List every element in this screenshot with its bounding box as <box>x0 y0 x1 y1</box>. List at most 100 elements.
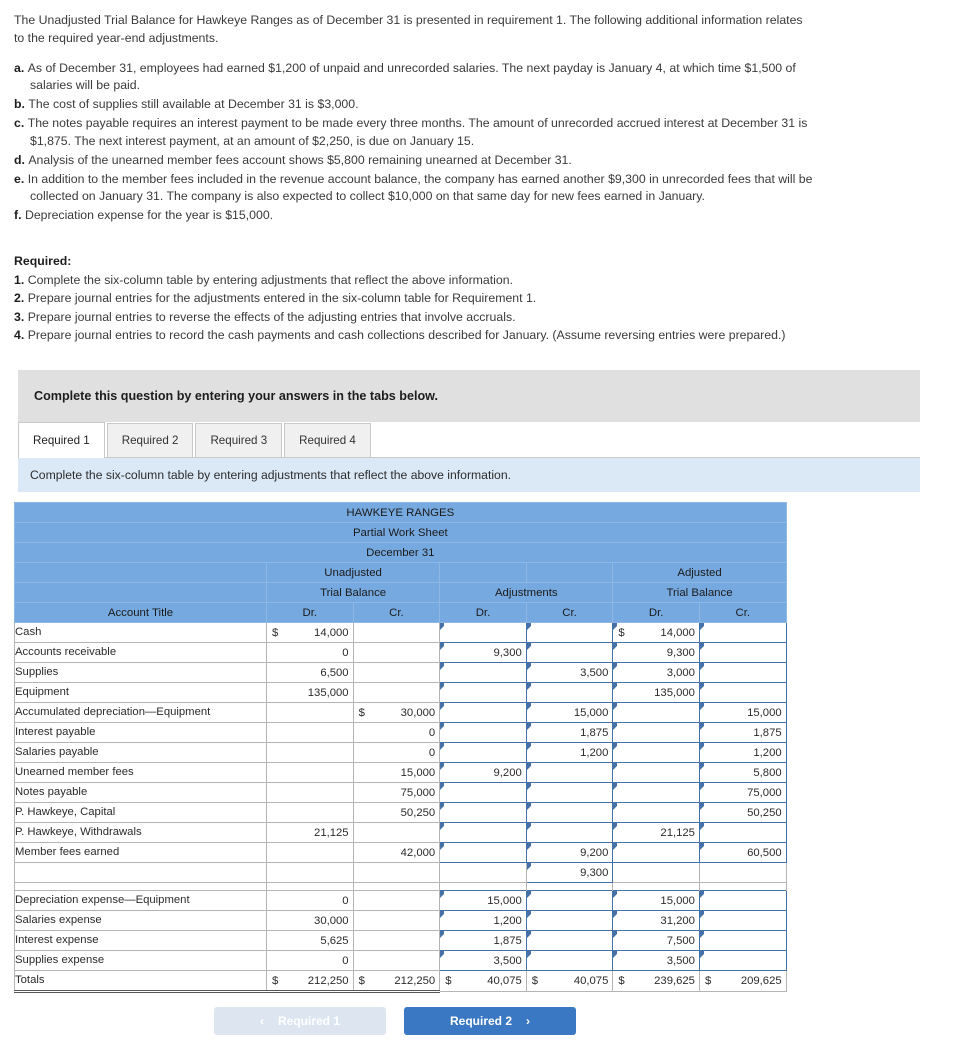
table-row: Interest expense 5,625 1,875 7,500 <box>14 930 787 952</box>
input-cell-adj_cr[interactable] <box>525 762 614 784</box>
input-cell-atb_cr[interactable] <box>698 622 787 644</box>
input-cell-adj_dr[interactable] <box>439 702 527 724</box>
input-cell-adj_cr[interactable] <box>525 930 614 952</box>
input-cell-atb_cr[interactable] <box>698 930 787 952</box>
input-cell-adj_dr[interactable]: 1,200 <box>439 910 527 932</box>
input-cell-adj_cr[interactable]: 1,200 <box>525 742 614 764</box>
input-cell-adj_dr[interactable] <box>439 782 527 804</box>
input-cell-atb_dr[interactable]: 3,500 <box>612 950 700 972</box>
input-cell-atb_cr[interactable]: 75,000 <box>698 782 787 804</box>
input-cell-adj_dr[interactable]: 1,875 <box>439 930 527 952</box>
input-cell-adj_dr[interactable]: 9,300 <box>439 642 527 664</box>
input-cell-adj_dr[interactable] <box>439 662 527 684</box>
input-cell-adj_cr[interactable] <box>525 822 614 844</box>
tab-navigation: ‹ Required 1 Required 2 › <box>0 1007 790 1036</box>
amount-text: 15,000 <box>487 894 522 907</box>
input-cell-atb_cr[interactable]: 1,200 <box>698 742 787 764</box>
input-cell-atb_cr[interactable]: 15,000 <box>698 702 787 724</box>
totals-cell-atb_dr[interactable]: $239,625 <box>612 970 700 993</box>
input-cell-adj_cr[interactable]: 9,300 <box>525 862 614 884</box>
input-cell-adj_cr[interactable]: 15,000 <box>525 702 614 724</box>
tab-required-3[interactable]: Required 3 <box>195 423 283 458</box>
tab-required-2[interactable]: Required 2 <box>106 423 194 458</box>
prev-requirement-label: Required 1 <box>277 1014 340 1029</box>
currency-symbol: $ <box>358 706 365 719</box>
input-cell-atb_dr[interactable] <box>612 762 700 784</box>
input-cell-atb_dr[interactable]: 3,000 <box>612 662 700 684</box>
input-cell-atb_cr[interactable] <box>698 642 787 664</box>
account-title-cell: Member fees earned <box>14 842 267 864</box>
input-cell-adj_dr[interactable] <box>439 722 527 744</box>
input-cell-atb_cr[interactable] <box>698 910 787 932</box>
input-cell-adj_cr[interactable] <box>525 950 614 972</box>
input-cell-atb_cr[interactable] <box>698 662 787 684</box>
totals-cell-atb_cr[interactable]: $209,625 <box>698 970 787 993</box>
input-cell-adj_cr[interactable] <box>525 642 614 664</box>
amount-text: 3,500 <box>666 954 695 967</box>
input-cell-adj_cr[interactable] <box>525 802 614 824</box>
facts-list: a. As of December 31, employees had earn… <box>0 50 975 225</box>
amount-text: 15,000 <box>660 894 695 907</box>
input-cell-adj_dr[interactable] <box>439 682 527 704</box>
input-cell-atb_dr[interactable]: 9,300 <box>612 642 700 664</box>
input-cell-atb_cr[interactable] <box>698 890 787 912</box>
input-cell-atb_cr[interactable]: 5,800 <box>698 762 787 784</box>
input-cell-adj_cr[interactable] <box>525 890 614 912</box>
input-cell-adj_cr[interactable] <box>525 782 614 804</box>
account-title-cell: Unearned member fees <box>14 762 267 784</box>
input-cell-atb_dr[interactable]: 31,200 <box>612 910 700 932</box>
next-requirement-button[interactable]: Required 2 › <box>404 1007 576 1036</box>
input-cell-adj_cr[interactable]: 9,200 <box>525 842 614 864</box>
input-cell-adj_dr[interactable] <box>439 842 527 864</box>
input-cell-adj_dr[interactable]: 3,500 <box>439 950 527 972</box>
input-cell-atb_cr[interactable]: 60,500 <box>698 842 787 864</box>
input-cell-adj_dr[interactable] <box>439 622 527 644</box>
amount-text: 1,875 <box>493 934 522 947</box>
input-cell-atb_dr[interactable] <box>612 782 700 804</box>
sheet-date: December 31 <box>14 542 787 564</box>
prev-requirement-button[interactable]: ‹ Required 1 <box>214 1007 386 1036</box>
input-cell-atb_dr[interactable] <box>612 742 700 764</box>
value-cell-adj_dr <box>439 862 527 884</box>
input-cell-adj_dr[interactable]: 9,200 <box>439 762 527 784</box>
value-cell-utb_dr <box>266 802 354 824</box>
input-cell-atb_dr[interactable] <box>612 842 700 864</box>
input-cell-atb_cr[interactable]: 1,875 <box>698 722 787 744</box>
amount-text: 9,300 <box>666 646 695 659</box>
fact-label: a. <box>14 60 28 75</box>
input-cell-adj_dr[interactable] <box>439 822 527 844</box>
input-cell-atb_dr[interactable]: $14,000 <box>612 622 700 644</box>
currency-symbol: $ <box>445 975 452 988</box>
input-cell-atb_dr[interactable]: 135,000 <box>612 682 700 704</box>
input-cell-adj_cr[interactable] <box>525 910 614 932</box>
input-cell-adj_dr[interactable]: 15,000 <box>439 890 527 912</box>
amount-text: 40,075 <box>487 975 522 988</box>
fact-text: Analysis of the unearned member fees acc… <box>28 152 572 167</box>
value-cell-utb_dr <box>266 862 354 884</box>
input-cell-atb_dr[interactable]: 7,500 <box>612 930 700 952</box>
tab-required-4[interactable]: Required 4 <box>284 423 371 458</box>
input-cell-atb_dr[interactable]: 21,125 <box>612 822 700 844</box>
input-cell-atb_cr[interactable] <box>698 822 787 844</box>
col-header-adj-dr: Dr. <box>439 602 527 624</box>
input-cell-adj_cr[interactable] <box>525 682 614 704</box>
input-cell-adj_cr[interactable]: 1,875 <box>525 722 614 744</box>
input-cell-atb_dr[interactable] <box>612 702 700 724</box>
input-cell-atb_dr[interactable]: 15,000 <box>612 890 700 912</box>
input-cell-atb_cr[interactable]: 50,250 <box>698 802 787 824</box>
value-cell-utb_cr <box>352 822 441 844</box>
value-cell-utb_dr: $14,000 <box>266 622 354 644</box>
tab-required-1[interactable]: Required 1 <box>18 422 105 459</box>
totals-cell-utb_cr: $212,250 <box>352 970 441 994</box>
input-cell-atb_cr[interactable] <box>698 682 787 704</box>
tab-label: Required 3 <box>210 434 268 448</box>
input-cell-atb_dr[interactable] <box>612 722 700 744</box>
input-cell-adj_dr[interactable] <box>439 742 527 764</box>
input-cell-atb_dr[interactable] <box>612 802 700 824</box>
input-cell-adj_dr[interactable] <box>439 802 527 824</box>
input-cell-adj_cr[interactable] <box>525 622 614 644</box>
input-cell-adj_cr[interactable]: 3,500 <box>525 662 614 684</box>
totals-cell-adj_dr[interactable]: $40,075 <box>439 970 527 993</box>
totals-cell-adj_cr[interactable]: $40,075 <box>525 970 614 993</box>
input-cell-atb_cr[interactable] <box>698 950 787 972</box>
